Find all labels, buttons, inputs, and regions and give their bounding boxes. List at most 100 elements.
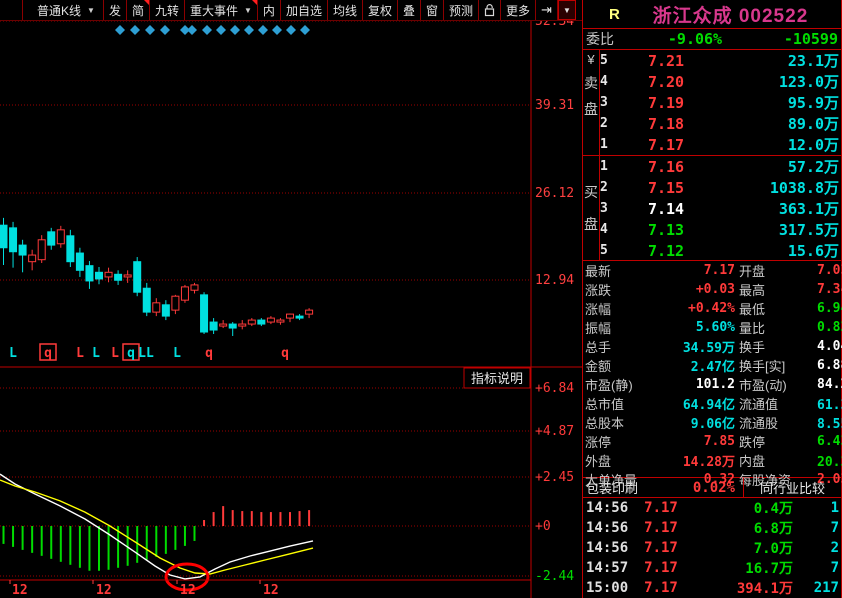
event-marker[interactable]: q <box>44 346 52 361</box>
level-volume: 12.0万 <box>716 134 841 155</box>
book-level-row[interactable]: 27.151038.8万 <box>600 177 841 198</box>
tool-add-watchlist-label: 加自选 <box>286 2 322 19</box>
event-diamond-icon[interactable] <box>272 25 282 35</box>
book-strip-char: 买 <box>584 182 598 202</box>
stat-value: 6.94 <box>817 301 842 316</box>
candle-body <box>248 320 255 324</box>
next-page-icon-button[interactable]: ⇥ <box>536 0 558 20</box>
event-marker[interactable]: L <box>9 346 17 361</box>
stat-label: 振幅 <box>583 318 649 337</box>
stat-value: 64.94亿 <box>649 394 737 413</box>
sell-strip: ¥ 卖盘 <box>583 50 600 155</box>
event-marker[interactable]: L <box>111 346 119 361</box>
tool-overlay[interactable]: 叠 <box>398 0 421 20</box>
tool-nei[interactable]: 内 <box>258 0 281 20</box>
level-volume: 317.5万 <box>716 219 841 240</box>
stat-value: 6.43 <box>817 434 842 449</box>
event-marker[interactable]: q <box>205 346 213 361</box>
toolbar: 普通K线▼发简九转重大事件▼内加自选均线复权叠窗预测更多⇥▼ <box>0 0 582 21</box>
event-marker[interactable]: L <box>92 346 100 361</box>
book-level-row[interactable]: 57.2123.1万 <box>600 50 841 71</box>
chevron-down-icon: ▼ <box>244 6 252 15</box>
level-price: 7.12 <box>616 242 716 260</box>
level-number: 5 <box>600 243 616 258</box>
event-diamond-icon[interactable] <box>160 25 170 35</box>
candle-body <box>153 303 160 312</box>
tool-more[interactable]: 更多 <box>501 0 536 20</box>
tool-fa[interactable]: 发 <box>104 0 127 20</box>
kline-chart[interactable]: 52.3439.3126.1212.94LqLLLqLLLqq+6.84+4.8… <box>0 0 582 598</box>
book-level-row[interactable]: 37.1995.9万 <box>600 92 841 113</box>
price-axis-label: 26.12 <box>535 186 574 201</box>
toolbar-dropdown[interactable]: ▼ <box>558 0 576 20</box>
level-number: 4 <box>600 74 616 89</box>
industry-link[interactable]: 包装印刷 0.02% <box>583 478 743 497</box>
book-level-row[interactable]: 17.1712.0万 <box>600 134 841 155</box>
stat-value: 2.47亿 <box>649 356 737 375</box>
kline-type-select[interactable]: 普通K线▼ <box>23 0 104 20</box>
stat-value: 20.31万 <box>817 451 842 470</box>
candle-body <box>172 296 179 310</box>
stat-label: 涨跌 <box>583 280 649 299</box>
book-level-row[interactable]: 37.14363.1万 <box>600 198 841 219</box>
candle-body <box>10 228 17 252</box>
event-diamond-icon[interactable] <box>216 25 226 35</box>
event-diamond-icon[interactable] <box>230 25 240 35</box>
book-level-row[interactable]: 17.1657.2万 <box>600 156 841 177</box>
tool-window[interactable]: 窗 <box>421 0 444 20</box>
tool-fuquan[interactable]: 复权 <box>363 0 398 20</box>
tool-overlay-label: 叠 <box>403 2 415 19</box>
tick-price: 7.17 <box>629 580 693 596</box>
indicator-help-button[interactable]: 指标说明 <box>464 368 530 388</box>
book-level-row[interactable]: 47.13317.5万 <box>600 219 841 240</box>
tool-forecast[interactable]: 预测 <box>444 0 479 20</box>
level-price: 7.18 <box>616 115 716 133</box>
tool-add-watchlist[interactable]: 加自选 <box>281 0 328 20</box>
candle-body <box>124 275 131 277</box>
lock-icon-button[interactable] <box>479 0 501 20</box>
event-diamond-icon[interactable] <box>258 25 268 35</box>
event-diamond-icon[interactable] <box>202 25 212 35</box>
tool-jian[interactable]: 简 <box>127 0 150 20</box>
candle-body <box>105 272 112 277</box>
event-marker[interactable]: L <box>76 346 84 361</box>
tick-row: 14:567.170.4万1 <box>583 498 841 518</box>
tick-volume: 16.7万 <box>693 558 793 578</box>
event-diamond-icon[interactable] <box>286 25 296 35</box>
event-diamond-icon[interactable] <box>187 25 197 35</box>
book-level-row[interactable]: 57.1215.6万 <box>600 240 841 261</box>
level-number: 3 <box>600 95 616 110</box>
level-number: 2 <box>600 116 616 131</box>
weibi-row: 委比 -9.06% -10599 <box>583 28 841 50</box>
level-price: 7.13 <box>616 221 716 239</box>
tick-row: 14:567.177.0万2 <box>583 538 841 558</box>
stat-row: 涨幅+0.42%最低6.94 <box>583 299 841 318</box>
level-price: 7.14 <box>616 200 716 218</box>
event-diamond-icon[interactable] <box>130 25 140 35</box>
indicator-axis-label: +2.45 <box>535 470 574 485</box>
tool-jiuzhuan[interactable]: 九转 <box>150 0 185 20</box>
level-volume: 123.0万 <box>716 71 841 92</box>
event-marker[interactable]: q <box>127 346 135 361</box>
event-marker[interactable]: L <box>173 346 181 361</box>
tool-major-events[interactable]: 重大事件▼ <box>185 0 258 20</box>
book-level-row[interactable]: 47.20123.0万 <box>600 71 841 92</box>
stat-label: 外盘 <box>583 451 649 470</box>
tool-fuquan-label: 复权 <box>368 2 392 19</box>
industry-compare-button[interactable]: 同行业比较 <box>743 478 841 497</box>
tool-ma[interactable]: 均线 <box>328 0 363 20</box>
book-level-row[interactable]: 27.1889.0万 <box>600 113 841 134</box>
rights-badge: R <box>609 6 620 23</box>
level-price: 7.20 <box>616 73 716 91</box>
event-diamond-icon[interactable] <box>244 25 254 35</box>
tool-ma-label: 均线 <box>333 2 357 19</box>
event-marker[interactable]: LL <box>138 346 154 361</box>
candle-body <box>210 322 217 330</box>
event-diamond-icon[interactable] <box>115 25 125 35</box>
tick-count: 7 <box>793 520 841 536</box>
candle-body <box>67 236 74 262</box>
stat-value: 7.34 <box>817 282 842 297</box>
event-diamond-icon[interactable] <box>145 25 155 35</box>
event-diamond-icon[interactable] <box>300 25 310 35</box>
event-marker[interactable]: q <box>281 346 289 361</box>
